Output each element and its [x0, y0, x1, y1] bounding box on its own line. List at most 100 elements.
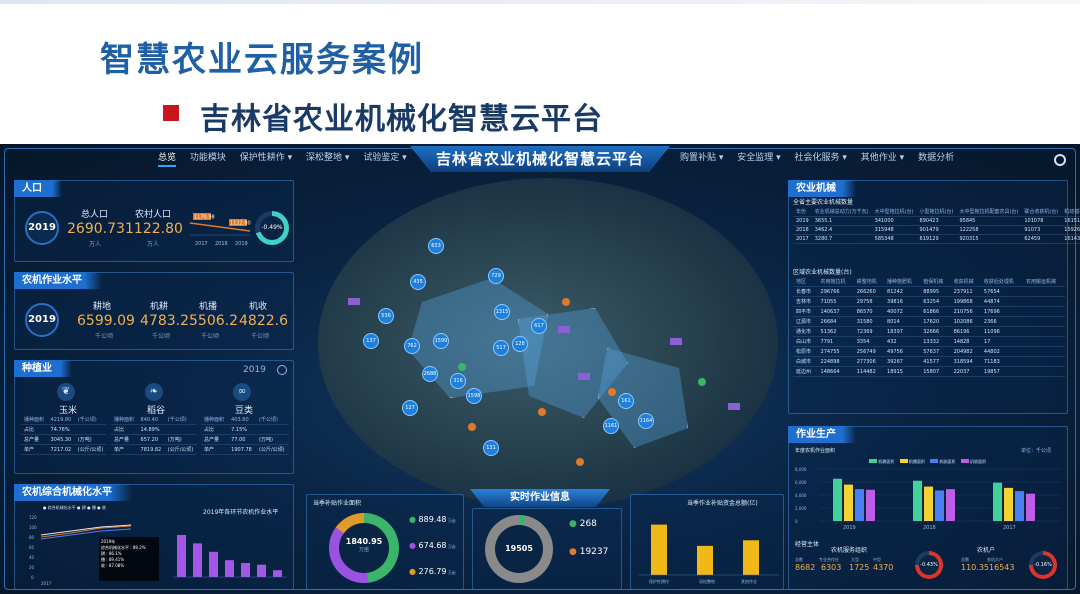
- y-tick: 0: [795, 519, 798, 524]
- jilin-map[interactable]: 633 435 536 762 1599 729 1315 617 517 12…: [318, 178, 778, 508]
- mech-level-year[interactable]: 2019: [25, 303, 59, 337]
- table-cell: 22037: [950, 366, 981, 377]
- subsidy-bar[interactable]: [651, 524, 667, 575]
- table-cell: 11096: [980, 326, 1023, 337]
- map-marker-green[interactable]: [458, 363, 466, 371]
- table-cell: 341000: [871, 216, 917, 226]
- population-change-ring: -0.49%: [255, 211, 289, 245]
- production-bar[interactable]: [855, 489, 864, 521]
- map-marker[interactable]: 1599: [433, 333, 449, 349]
- table-cell: 通化市: [793, 326, 818, 337]
- map-marker-orange[interactable]: [608, 388, 616, 396]
- nav-item-social[interactable]: 社会化服务 ▾: [795, 153, 847, 163]
- production-bar[interactable]: [913, 480, 922, 521]
- house-item-value: 110.35: [961, 563, 989, 572]
- house-ring: -0.16%: [1029, 551, 1057, 579]
- map-marker[interactable]: 128: [512, 336, 528, 352]
- subsidy-bar[interactable]: [743, 540, 759, 575]
- map-marker[interactable]: 729: [488, 268, 504, 284]
- nav-item-safety[interactable]: 安全监理 ▾: [737, 153, 780, 163]
- nav-item-analysis[interactable]: 数据分析: [918, 153, 954, 163]
- map-marker[interactable]: 1598: [466, 388, 482, 404]
- table-cell: 13332: [920, 336, 951, 347]
- info-icon[interactable]: [277, 365, 287, 375]
- production-bar[interactable]: [946, 489, 955, 521]
- map-marker[interactable]: 536: [378, 308, 394, 324]
- map-marker-purple[interactable]: [670, 338, 682, 345]
- map-marker-purple[interactable]: [728, 403, 740, 410]
- bean-icon: ∞: [233, 383, 251, 401]
- nav-item-conservation[interactable]: 保护性耕作 ▾: [240, 153, 292, 163]
- production-bar[interactable]: [924, 486, 933, 521]
- table-cell: 122258: [956, 225, 1022, 235]
- area-center-unit: 万亩: [358, 547, 369, 553]
- map-marker-orange[interactable]: [562, 298, 570, 306]
- production-bar[interactable]: [935, 490, 944, 521]
- slide-subtitle: 吉林省农业机械化智慧云平台: [200, 102, 603, 137]
- nav-item-subsidy[interactable]: 购置补贴 ▾: [680, 153, 723, 163]
- production-bar[interactable]: [1004, 487, 1013, 521]
- production-bar[interactable]: [866, 489, 875, 521]
- nav-item-modules[interactable]: 功能模块: [190, 153, 226, 163]
- production-chart-label: 年度农机作业面积: [795, 448, 836, 454]
- map-marker-green[interactable]: [698, 378, 706, 386]
- table-row: 吉林市 71055 29758 39816 63254 199868 44874: [793, 296, 1065, 307]
- org-ring: -0.43%: [915, 551, 943, 579]
- org-ring-value: -0.43%: [919, 555, 939, 575]
- mech-rate-bar[interactable]: [257, 564, 266, 577]
- mech-rate-bar[interactable]: [177, 535, 186, 577]
- production-bar[interactable]: [1015, 491, 1024, 521]
- nav-item-testing[interactable]: 试验鉴定 ▾: [363, 153, 406, 163]
- map-marker-orange[interactable]: [468, 423, 476, 431]
- map-marker-orange[interactable]: [538, 408, 546, 416]
- population-year[interactable]: 2019: [25, 211, 59, 245]
- mech-rate-bar[interactable]: [273, 570, 282, 577]
- map-marker[interactable]: 161: [618, 393, 634, 409]
- map-marker[interactable]: 435: [410, 274, 426, 290]
- nav-item-subsoil[interactable]: 深松整地 ▾: [306, 153, 349, 163]
- production-bar[interactable]: [844, 484, 853, 521]
- table-cell: [1022, 336, 1065, 347]
- mech-rate-bar[interactable]: [241, 563, 250, 577]
- planting-year[interactable]: 2019: [243, 365, 266, 375]
- org-item-value: 4370: [873, 563, 894, 572]
- nav-item-other[interactable]: 其他作业 ▾: [861, 153, 904, 163]
- map-marker-purple[interactable]: [558, 326, 570, 333]
- map-marker[interactable]: 617: [531, 318, 547, 334]
- table-cell: [1022, 356, 1065, 367]
- logout-icon[interactable]: [1054, 154, 1066, 166]
- slide-top-line: [0, 0, 1080, 4]
- production-bar[interactable]: [993, 482, 1002, 521]
- y-tick: 60: [29, 545, 35, 550]
- table-cell: 619129: [916, 234, 957, 244]
- map-marker-purple[interactable]: [578, 373, 590, 380]
- subsidy-bar[interactable]: [697, 545, 713, 575]
- map-marker[interactable]: 1161: [603, 418, 619, 434]
- mech-item-label: 机播: [199, 302, 218, 312]
- rural-pop-unit: 万人: [147, 241, 160, 248]
- nav-item-overview[interactable]: 总览: [158, 153, 177, 167]
- map-marker-purple[interactable]: [348, 298, 360, 305]
- map-marker[interactable]: 137: [363, 333, 379, 349]
- production-bar[interactable]: [1026, 493, 1035, 521]
- map-marker[interactable]: 1164: [638, 413, 654, 429]
- map-marker[interactable]: 633: [428, 238, 444, 254]
- mech-item-value: 6599.09: [77, 313, 135, 329]
- table-cell: 266260: [853, 286, 885, 297]
- map-marker-orange[interactable]: [576, 458, 584, 466]
- map-marker[interactable]: 517: [493, 340, 509, 356]
- map-marker[interactable]: 2688: [422, 366, 438, 382]
- production-bar[interactable]: [833, 478, 842, 521]
- map-marker[interactable]: 316: [450, 373, 466, 389]
- table-row: 白山市 7791 3354 432 13332 14828 17: [793, 336, 1065, 347]
- mech-rate-bar[interactable]: [209, 551, 218, 577]
- mech-rate-bar[interactable]: [193, 543, 202, 577]
- map-marker[interactable]: 127: [402, 400, 418, 416]
- map-marker[interactable]: 762: [404, 338, 420, 354]
- table-cell: 256749: [853, 346, 885, 357]
- table-cell: 41577: [920, 356, 951, 367]
- mech-rate-bar[interactable]: [225, 560, 234, 577]
- map-marker[interactable]: 1315: [494, 304, 510, 320]
- table-cell: 2019: [793, 216, 812, 226]
- map-marker[interactable]: 131: [483, 440, 499, 456]
